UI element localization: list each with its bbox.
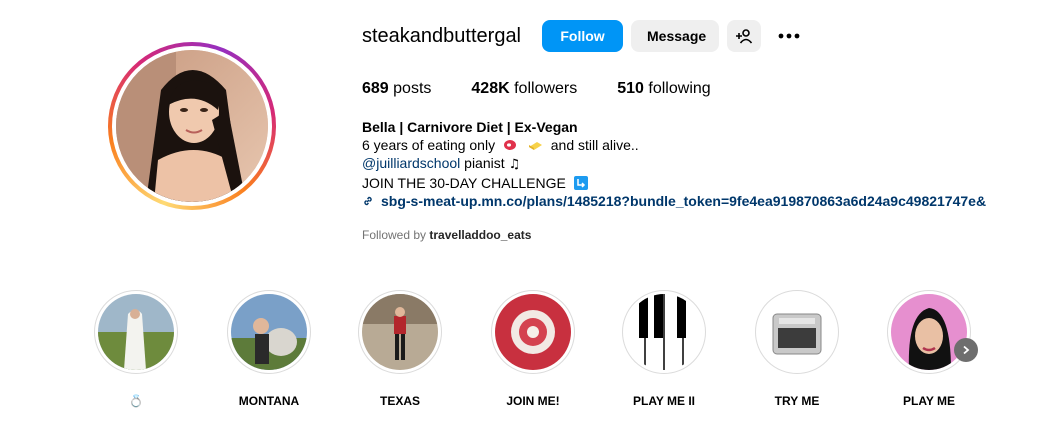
highlight-cover-ring	[887, 290, 971, 374]
highlight-cover-ring	[358, 290, 442, 374]
follow-button[interactable]: Follow	[542, 20, 624, 52]
highlight-label: 💍	[128, 394, 144, 408]
highlight-cover-ring	[94, 290, 178, 374]
down-right-arrow-icon	[573, 176, 588, 190]
avatar-photo	[116, 50, 268, 202]
butter-icon	[528, 142, 542, 150]
highlight-cover	[98, 294, 174, 370]
highlight-cover	[759, 294, 835, 370]
followers-label: followers	[514, 80, 578, 97]
highlight-cover-ring	[755, 290, 839, 374]
followed-by-label: Followed by	[362, 228, 427, 242]
meat-icon	[503, 140, 516, 150]
add-person-icon	[736, 29, 753, 44]
profile-header: steakandbuttergal Follow Message	[362, 20, 805, 52]
highlight-ring[interactable]: 💍	[92, 290, 180, 408]
juilliard-mention-link[interactable]: @juilliardschool	[362, 155, 460, 171]
followers-count: 428K	[471, 80, 510, 97]
chevron-right-icon	[963, 345, 970, 355]
highlight-try-me[interactable]: TRY ME	[753, 290, 841, 408]
challenge-text: JOIN THE 30-DAY CHALLENGE	[362, 175, 566, 191]
highlight-play-me-ii[interactable]: PLAY ME II	[620, 290, 708, 408]
posts-count: 689	[362, 80, 389, 97]
highlight-join-me[interactable]: JOIN ME!	[489, 290, 577, 408]
profile-avatar-ring[interactable]	[108, 42, 276, 210]
followed-by-user: travelladdoo_eats	[429, 228, 532, 242]
bio-line-challenge: JOIN THE 30-DAY CHALLENGE	[362, 174, 1002, 192]
bio-text-suffix: and still alive..	[550, 137, 639, 153]
following-count: 510	[617, 80, 644, 97]
link-icon	[364, 196, 372, 206]
posts-label: posts	[393, 80, 432, 97]
followed-by[interactable]: Followed by travelladdoo_eats	[362, 228, 531, 242]
avatar-gap	[112, 46, 272, 206]
highlight-texas[interactable]: TEXAS	[356, 290, 444, 408]
highlight-cover	[231, 294, 307, 370]
following-label: following	[648, 80, 711, 97]
following-stat[interactable]: 510 following	[617, 80, 710, 98]
avatar[interactable]	[116, 50, 268, 202]
highlight-label: PLAY ME	[902, 394, 956, 408]
suggest-people-button[interactable]	[727, 20, 762, 52]
bio-pianist-text: pianist	[464, 155, 505, 171]
highlight-cover-ring	[622, 290, 706, 374]
username: steakandbuttergal	[362, 24, 522, 47]
highlight-label: TRY ME	[774, 394, 820, 408]
highlight-label: TEXAS	[379, 394, 420, 408]
bio-external-link[interactable]: sbg-s-meat-up.mn.co/plans/1485218?bundle…	[362, 192, 986, 210]
highlight-label: PLAY ME II	[632, 394, 696, 408]
highlight-cover	[891, 294, 967, 370]
highlight-cover-ring	[491, 290, 575, 374]
followers-stat[interactable]: 428K followers	[471, 80, 577, 98]
more-dots-icon	[778, 33, 800, 39]
highlight-cover	[495, 294, 571, 370]
highlight-cover-ring	[227, 290, 311, 374]
posts-stat: 689 posts	[362, 80, 431, 98]
bio-line-diet: 6 years of eating only and still alive..	[362, 136, 1002, 154]
bio-link-text: sbg-s-meat-up.mn.co/plans/1485218?bundle…	[381, 193, 986, 209]
highlight-label: JOIN ME!	[506, 394, 560, 408]
highlight-label: MONTANA	[238, 394, 300, 408]
bio-text: 6 years of eating only	[362, 137, 496, 153]
highlight-montana[interactable]: MONTANA	[225, 290, 313, 408]
more-options-button[interactable]	[773, 20, 805, 52]
message-button[interactable]: Message	[631, 20, 720, 52]
highlight-cover	[362, 294, 438, 370]
highlights-next-button[interactable]	[954, 338, 978, 362]
highlight-cover	[626, 294, 702, 370]
bio-line-pianist: @juilliardschool pianist ♫	[362, 154, 1002, 174]
music-notes-icon: ♫	[508, 157, 521, 172]
profile-bio: Bella | Carnivore Diet | Ex-Vegan 6 year…	[362, 118, 1002, 210]
story-highlights: 💍 MONTANA TEXAS JOIN ME! PLAY ME II TRY …	[92, 290, 992, 420]
display-name: Bella | Carnivore Diet | Ex-Vegan	[362, 119, 578, 135]
profile-stats: 689 posts 428K followers 510 following	[362, 80, 751, 98]
